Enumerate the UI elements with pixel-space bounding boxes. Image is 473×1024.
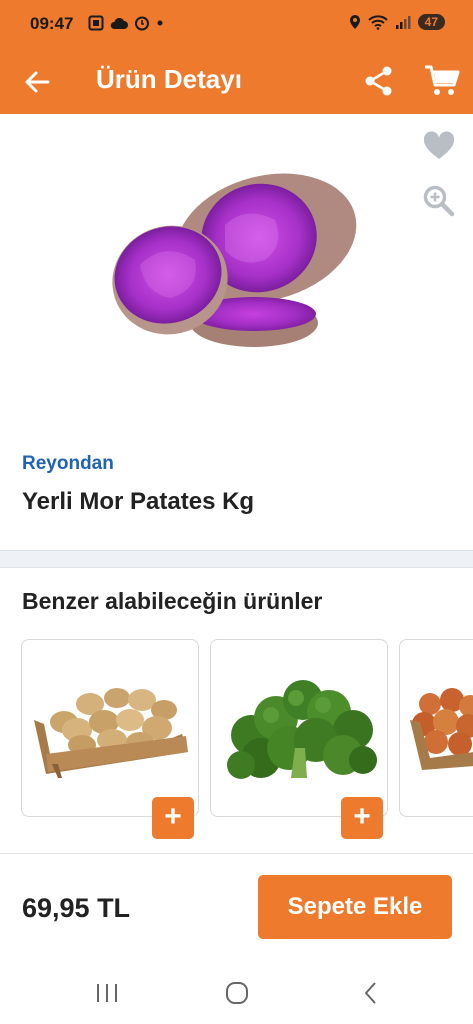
battery-indicator: 47 — [417, 14, 445, 30]
status-bar: 09:47 47 — [0, 0, 473, 50]
chevron-left-icon — [365, 982, 376, 1004]
product-name: Yerli Mor Patates Kg — [22, 488, 255, 515]
screenshot-icon — [88, 15, 104, 31]
purple-potato-image — [112, 173, 357, 347]
bottom-separator — [0, 853, 473, 854]
arrow-left-icon — [25, 71, 50, 93]
add-to-cart-button[interactable]: Sepete Ekle — [258, 875, 452, 939]
share-icon — [365, 66, 392, 96]
similar-product-card[interactable] — [210, 639, 388, 817]
similar-product-card[interactable] — [21, 639, 199, 817]
favorite-button[interactable] — [422, 130, 456, 162]
heart-icon — [423, 131, 455, 159]
dot-icon — [157, 20, 163, 26]
product-price: 69,95 TL — [22, 893, 131, 923]
header: 09:47 47 Ürün Detayı — [0, 0, 473, 114]
recent-apps-icon — [97, 984, 117, 1002]
add-similar-product-button[interactable]: + — [341, 797, 383, 839]
cart-button[interactable] — [422, 60, 462, 100]
system-nav-bar — [0, 960, 473, 1024]
zoom-in-icon — [423, 185, 455, 217]
potatoes-crate-image — [34, 688, 188, 778]
product-brand[interactable]: Reyondan — [22, 453, 114, 475]
cart-icon — [425, 65, 460, 95]
location-icon — [349, 15, 360, 29]
app-bar: Ürün Detayı — [0, 50, 473, 114]
home-button[interactable] — [224, 980, 250, 1006]
add-similar-product-button[interactable]: + — [152, 797, 194, 839]
back-button[interactable] — [18, 62, 58, 102]
system-back-button[interactable] — [358, 980, 384, 1006]
product-image[interactable] — [100, 170, 362, 365]
cloud-icon — [110, 17, 128, 29]
section-divider — [0, 550, 473, 568]
status-time: 09:47 — [30, 14, 74, 33]
wifi-icon — [367, 15, 388, 30]
alarm-icon — [135, 16, 149, 31]
page-title: Ürün Detayı — [96, 64, 242, 94]
signal-icon — [395, 16, 411, 29]
similar-products-title: Benzer alabileceğin ürünler — [22, 588, 323, 614]
share-button[interactable] — [360, 62, 398, 100]
recent-apps-button[interactable] — [94, 980, 120, 1006]
home-icon — [226, 982, 248, 1004]
broccoli-image — [227, 680, 377, 779]
zoom-button[interactable] — [422, 184, 456, 218]
similar-product-card[interactable] — [399, 639, 473, 817]
onions-crate-image — [410, 688, 473, 770]
